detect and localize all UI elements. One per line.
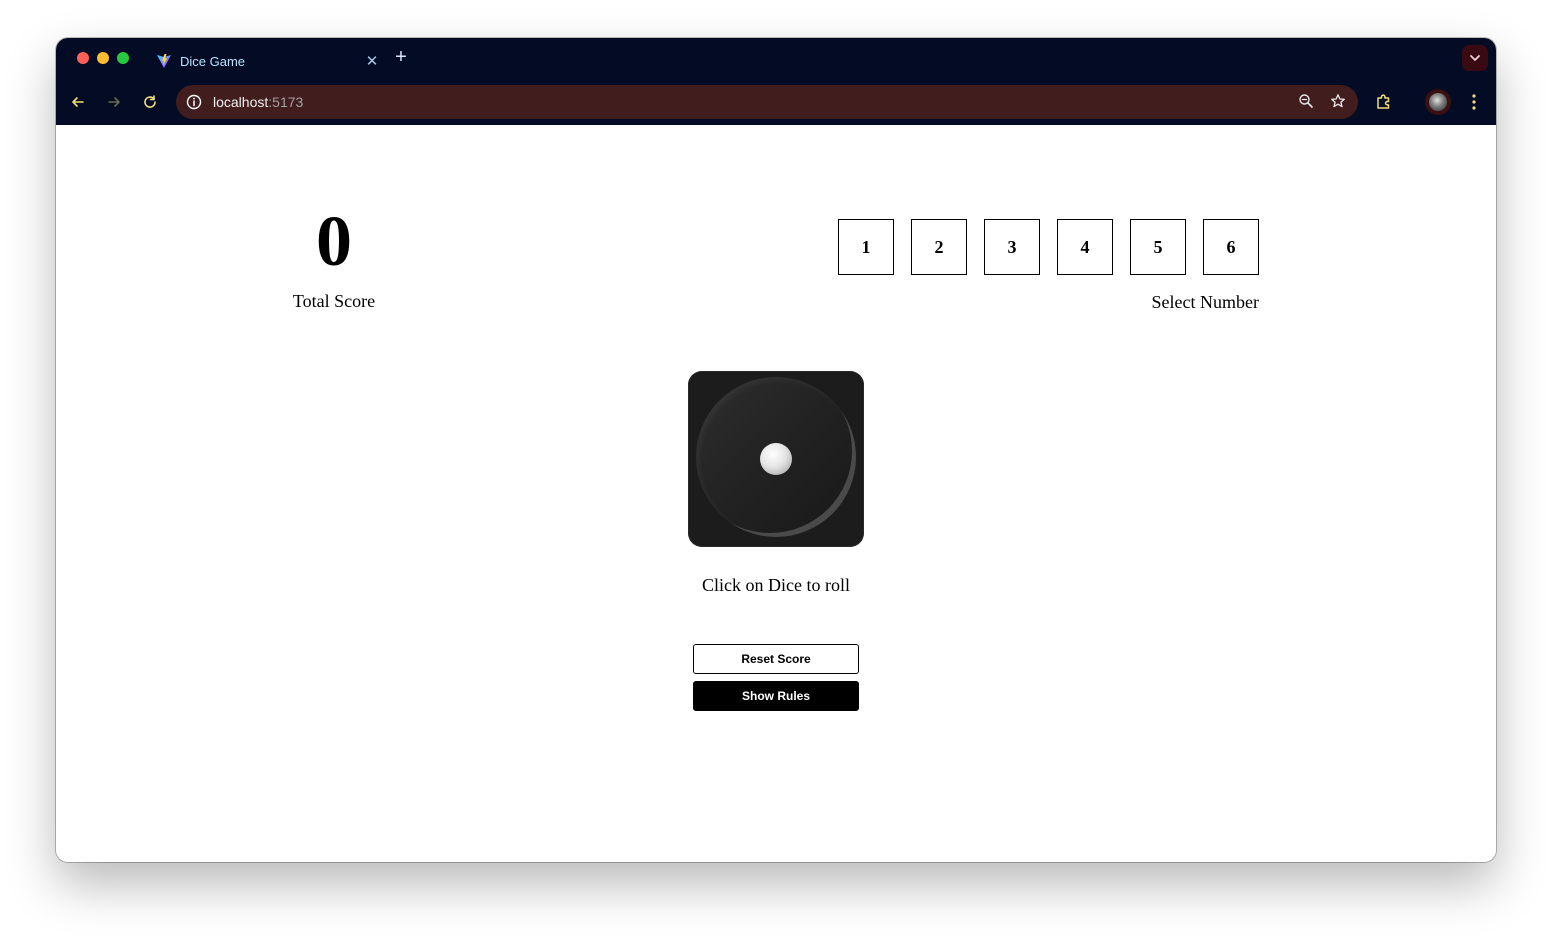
show-rules-button[interactable]: Show Rules xyxy=(693,681,859,711)
arrow-left-icon xyxy=(72,97,84,107)
total-score-value: 0 xyxy=(316,201,352,281)
chevron-down-icon xyxy=(1470,55,1480,61)
address-bar[interactable]: localhost:5173 xyxy=(176,85,1358,119)
extensions-icon[interactable] xyxy=(1372,90,1396,114)
browser-tab[interactable]: Dice Game ✕ xyxy=(146,42,382,80)
new-tab-button[interactable]: + xyxy=(390,46,412,70)
number-options: 1 2 3 4 5 6 xyxy=(838,219,1259,275)
minimize-window-button[interactable] xyxy=(97,52,109,64)
profile-avatar[interactable] xyxy=(1425,89,1451,115)
number-option-3[interactable]: 3 xyxy=(984,219,1040,275)
total-score-label: Total Score xyxy=(292,291,376,311)
close-window-button[interactable] xyxy=(77,52,89,64)
maximize-window-button[interactable] xyxy=(117,52,129,64)
vite-logo-icon xyxy=(156,53,172,69)
site-info-icon[interactable] xyxy=(185,93,203,111)
select-number-label: Select Number xyxy=(1151,292,1259,312)
number-option-5[interactable]: 5 xyxy=(1130,219,1186,275)
tab-search-button[interactable] xyxy=(1462,45,1488,71)
tab-title: Dice Game xyxy=(180,53,246,69)
title-bar: Dice Game ✕ + xyxy=(56,38,1496,80)
total-score-panel: 0 Total Score xyxy=(284,205,384,312)
url-port: :5173 xyxy=(268,94,304,110)
back-button[interactable] xyxy=(66,90,90,114)
reset-score-button[interactable]: Reset Score xyxy=(693,644,859,674)
tab-close-icon[interactable]: ✕ xyxy=(362,52,382,70)
dice-button[interactable] xyxy=(688,371,864,547)
browser-window: Dice Game ✕ + localhost:5173 0 Total Sco… xyxy=(56,38,1496,862)
number-option-6[interactable]: 6 xyxy=(1203,219,1259,275)
browser-menu-icon[interactable] xyxy=(1462,90,1486,114)
zoom-icon[interactable] xyxy=(1296,91,1316,111)
bookmark-star-icon[interactable] xyxy=(1328,91,1348,111)
number-option-1[interactable]: 1 xyxy=(838,219,894,275)
number-option-2[interactable]: 2 xyxy=(911,219,967,275)
page-content: 0 Total Score 1 2 3 4 5 6 Select Number … xyxy=(56,125,1496,862)
url-host: localhost xyxy=(213,94,269,110)
dice-pip xyxy=(760,443,792,475)
forward-button[interactable] xyxy=(102,90,126,114)
reload-icon xyxy=(144,95,156,108)
url-text: localhost:5173 xyxy=(213,94,303,110)
avatar-image xyxy=(1429,93,1447,111)
roll-hint: Click on Dice to roll xyxy=(702,575,850,595)
reload-button[interactable] xyxy=(138,90,162,114)
arrow-right-icon xyxy=(108,97,120,107)
number-selector: 1 2 3 4 5 6 Select Number xyxy=(838,219,1259,313)
browser-toolbar: localhost:5173 xyxy=(56,80,1496,125)
number-option-4[interactable]: 4 xyxy=(1057,219,1113,275)
